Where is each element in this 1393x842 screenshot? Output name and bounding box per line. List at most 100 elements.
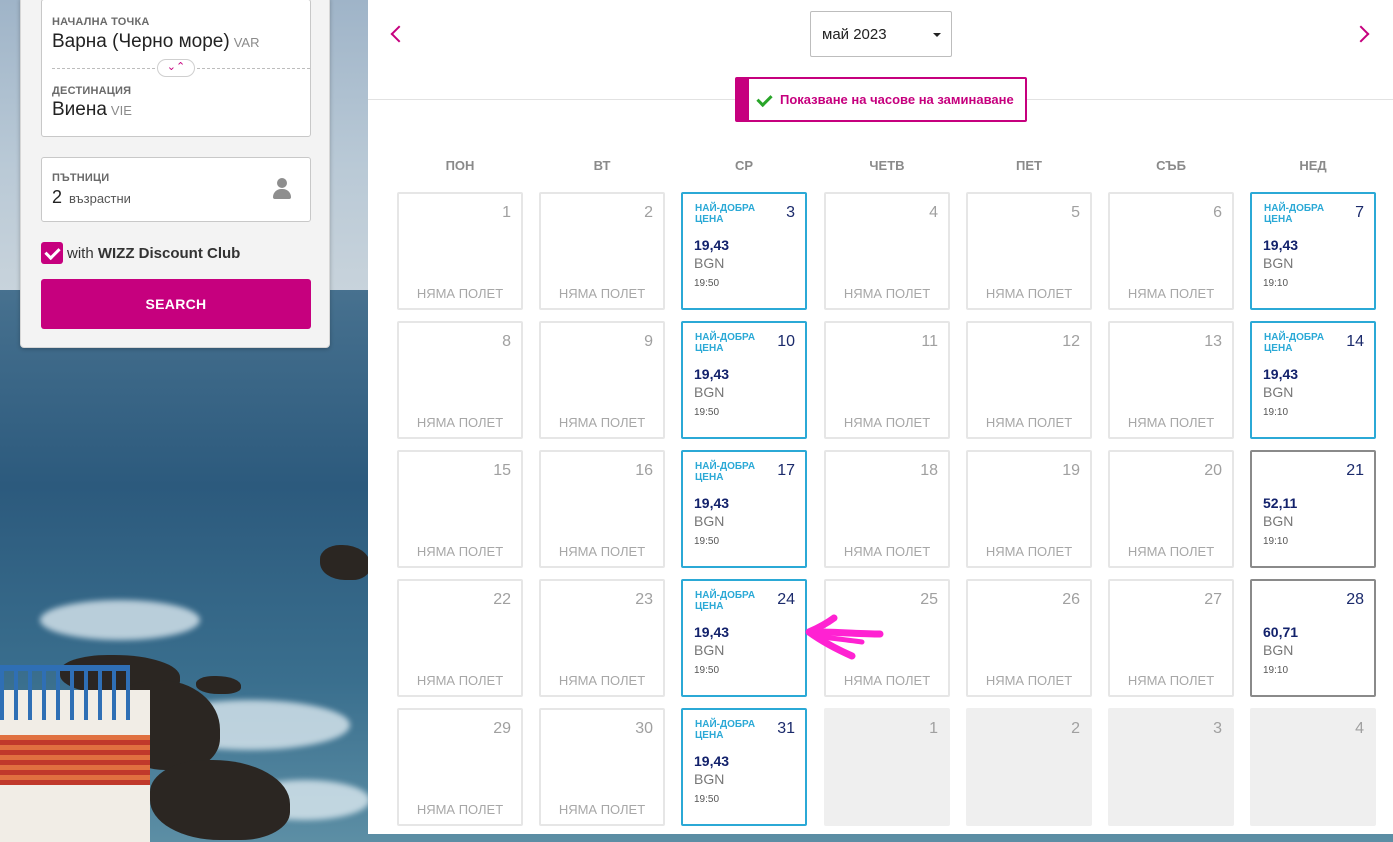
destination-code: VIE: [110, 103, 132, 118]
background-foam: [40, 600, 200, 640]
calendar-day-cell: 22 НЯМА ПОЛЕТ: [397, 579, 523, 697]
day-number: 9: [644, 333, 653, 350]
fare-currency: BGN: [1263, 384, 1294, 400]
fare-price: 60,71: [1263, 624, 1299, 640]
calendar-day-cell[interactable]: 17 НАЙ-ДОБРА ЦЕНА 19,43 BGN 19:50: [681, 450, 807, 568]
day-number: 30: [635, 720, 653, 737]
calendar-day-cell: 2 НЯМА ПОЛЕТ: [539, 192, 665, 310]
previous-month-icon[interactable]: [386, 24, 406, 44]
calendar-day-cell: 27 НЯМА ПОЛЕТ: [1108, 579, 1234, 697]
destination-field[interactable]: Виена VIE: [52, 99, 132, 121]
calendar-day-cell: 8 НЯМА ПОЛЕТ: [397, 321, 523, 439]
fare-currency: BGN: [694, 771, 725, 787]
no-flight-label: НЯМА ПОЛЕТ: [1127, 415, 1215, 430]
checkmark-icon: [757, 95, 771, 105]
search-button[interactable]: SEARCH: [41, 279, 311, 329]
day-number: 26: [1062, 591, 1080, 608]
fare-price: 19,43: [694, 753, 730, 769]
day-number: 5: [1071, 204, 1080, 221]
calendar-day-outside-month: 1: [824, 708, 950, 826]
calendar-day-cell: 19 НЯМА ПОЛЕТ: [966, 450, 1092, 568]
departure-time: 19:50: [694, 665, 720, 676]
weekday-label: ПЕТ: [1016, 158, 1042, 173]
no-flight-label: НЯМА ПОЛЕТ: [416, 415, 504, 430]
month-dropdown[interactable]: май 2023: [810, 11, 952, 57]
day-number: 23: [635, 591, 653, 608]
day-number: 11: [921, 333, 938, 350]
calendar-day-cell: 11 НЯМА ПОЛЕТ: [824, 321, 950, 439]
day-number: 21: [1346, 462, 1364, 479]
background-rock: [320, 545, 370, 580]
departure-time: 19:10: [1263, 536, 1289, 547]
day-number: 4: [929, 204, 938, 221]
calendar-day-cell[interactable]: 24 НАЙ-ДОБРА ЦЕНА 19,43 BGN 19:50: [681, 579, 807, 697]
no-flight-label: НЯМА ПОЛЕТ: [416, 544, 504, 559]
fare-price: 19,43: [1263, 366, 1299, 382]
no-flight-label: НЯМА ПОЛЕТ: [985, 544, 1073, 559]
day-number: 2: [1071, 720, 1080, 737]
best-price-badge: НАЙ-ДОБРА ЦЕНА: [695, 461, 756, 483]
calendar-day-cell[interactable]: 14 НАЙ-ДОБРА ЦЕНА 19,43 BGN 19:10: [1250, 321, 1376, 439]
day-number: 1: [502, 204, 511, 221]
day-number: 10: [777, 333, 795, 350]
no-flight-label: НЯМА ПОЛЕТ: [843, 286, 931, 301]
swap-route-button[interactable]: ⌄⌃: [157, 59, 195, 77]
weekday-label: НЕД: [1299, 158, 1327, 173]
fare-price: 19,43: [694, 237, 730, 253]
day-number: 3: [1213, 720, 1222, 737]
discount-club-checkbox[interactable]: [41, 242, 63, 264]
weekday-label: ВТ: [593, 158, 611, 173]
no-flight-label: НЯМА ПОЛЕТ: [1127, 673, 1215, 688]
day-number: 15: [493, 462, 511, 479]
day-number: 17: [777, 462, 795, 479]
annotation-arrow-icon: [805, 614, 884, 660]
day-number: 16: [635, 462, 653, 479]
day-number: 22: [493, 591, 511, 608]
day-number: 25: [920, 591, 938, 608]
fare-currency: BGN: [694, 513, 725, 529]
calendar-day-cell[interactable]: 28 60,71 BGN 19:10: [1250, 579, 1376, 697]
no-flight-label: НЯМА ПОЛЕТ: [843, 544, 931, 559]
passengers-value: 2 възрастни: [52, 187, 131, 208]
calendar-day-cell: 1 НЯМА ПОЛЕТ: [397, 192, 523, 310]
background-roof: [0, 735, 150, 785]
day-number: 2: [644, 204, 653, 221]
calendar-day-cell[interactable]: 3 НАЙ-ДОБРА ЦЕНА 19,43 BGN 19:50: [681, 192, 807, 310]
day-number: 27: [1204, 591, 1222, 608]
origin-code: VAR: [233, 35, 260, 50]
calendar-day-cell[interactable]: 31 НАЙ-ДОБРА ЦЕНА 19,43 BGN 19:50: [681, 708, 807, 826]
calendar-day-cell: 12 НЯМА ПОЛЕТ: [966, 321, 1092, 439]
passengers-field[interactable]: ПЪТНИЦИ 2 възрастни: [41, 157, 311, 222]
no-flight-label: НЯМА ПОЛЕТ: [558, 673, 646, 688]
person-icon: [272, 178, 292, 200]
no-flight-label: НЯМА ПОЛЕТ: [843, 673, 931, 688]
fare-calendar: май 2023 Показване на часове на заминава…: [368, 0, 1393, 834]
no-flight-label: НЯМА ПОЛЕТ: [985, 673, 1073, 688]
discount-club-text: with WIZZ Discount Club: [67, 245, 240, 262]
no-flight-label: НЯМА ПОЛЕТ: [416, 802, 504, 817]
next-month-icon[interactable]: [1354, 24, 1374, 44]
flight-search-panel: НАЧАЛНА ТОЧКА Варна (Черно море) VAR ⌄⌃ Д…: [20, 0, 330, 348]
calendar-day-cell: 16 НЯМА ПОЛЕТ: [539, 450, 665, 568]
day-number: 18: [920, 462, 938, 479]
best-price-badge: НАЙ-ДОБРА ЦЕНА: [1264, 203, 1325, 225]
calendar-day-cell[interactable]: 10 НАЙ-ДОБРА ЦЕНА 19,43 BGN 19:50: [681, 321, 807, 439]
calendar-day-cell[interactable]: 21 52,11 BGN 19:10: [1250, 450, 1376, 568]
discount-club-name: WIZZ Discount Club: [97, 244, 241, 262]
departure-time: 19:10: [1263, 407, 1289, 418]
day-number: 4: [1355, 720, 1364, 737]
origin-field[interactable]: Варна (Черно море) VAR: [52, 31, 259, 53]
weekday-label: СЪБ: [1156, 158, 1186, 173]
background-railing: [0, 665, 130, 720]
day-number: 3: [786, 204, 795, 221]
calendar-day-cell: 13 НЯМА ПОЛЕТ: [1108, 321, 1234, 439]
departure-time: 19:50: [694, 407, 720, 418]
departure-time: 19:50: [694, 536, 720, 547]
departure-times-toggle-label: Показване на часове на заминаване: [780, 92, 1014, 107]
fare-price: 19,43: [1263, 237, 1299, 253]
departure-times-toggle[interactable]: Показване на часове на заминаване: [735, 77, 1027, 122]
calendar-day-cell: 9 НЯМА ПОЛЕТ: [539, 321, 665, 439]
no-flight-label: НЯМА ПОЛЕТ: [558, 286, 646, 301]
caret-down-icon: [933, 33, 941, 37]
calendar-day-cell[interactable]: 7 НАЙ-ДОБРА ЦЕНА 19,43 BGN 19:10: [1250, 192, 1376, 310]
